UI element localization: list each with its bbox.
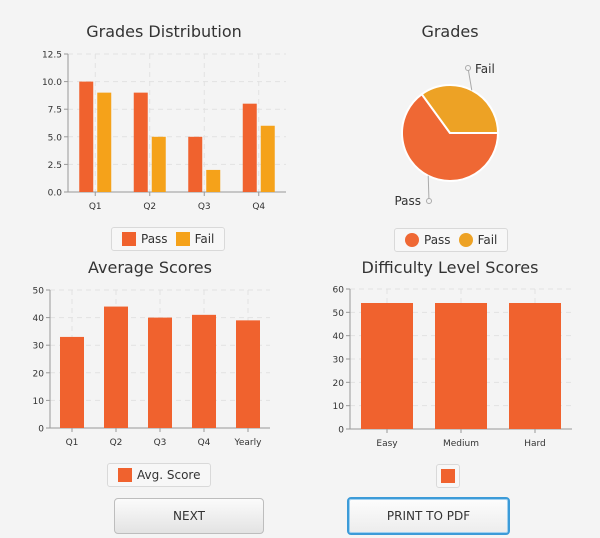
y-tick-label: 0 <box>38 425 44 435</box>
difficulty-level-chart: Difficulty Level Scores 0 10 20 30 40 50 60 Eas… <box>300 250 600 490</box>
average-scores-plot: 0 10 20 30 40 50 Q1 Q2 Q3 Q4 Yearly <box>33 287 270 448</box>
y-tick-label: 2.5 <box>48 161 62 171</box>
print-to-pdf-button[interactable]: PRINT TO PDF <box>347 497 510 535</box>
bar <box>361 303 413 429</box>
bar <box>151 136 166 192</box>
bar <box>104 306 128 428</box>
y-tick-label: 40 <box>33 314 45 324</box>
legend-item-pass: Pass <box>122 232 168 246</box>
grades-pie-legend: Pass Fail <box>394 228 509 252</box>
bar <box>206 169 221 192</box>
legend-label: Pass <box>141 232 168 246</box>
x-tick-label: Q3 <box>198 202 211 212</box>
bar <box>435 303 487 429</box>
y-tick-label: 10.0 <box>42 78 62 88</box>
y-tick-label: 20 <box>33 369 45 379</box>
x-tick-label: Q3 <box>154 438 167 448</box>
legend-item-pass: Pass <box>405 233 451 247</box>
y-tick-label: 30 <box>333 356 345 366</box>
x-tick-label: Yearly <box>234 438 263 448</box>
y-tick-label: 50 <box>33 287 45 297</box>
pie-leader-dot <box>426 198 432 204</box>
y-tick-label: 40 <box>333 332 345 342</box>
x-tick-label: Q1 <box>89 202 102 212</box>
bar <box>192 314 216 428</box>
pie-label-fail: Fail <box>475 62 495 76</box>
legend-swatch-avg-score <box>118 468 132 482</box>
grades-pie-chart: Grades Fail Pass Pass Fail <box>300 0 600 260</box>
legend-swatch-fail <box>175 232 190 246</box>
grades-distribution-plot: 0.0 2.5 5.0 7.5 10.0 12.5 Q1 Q2 Q3 Q4 <box>42 51 286 212</box>
x-tick-label: Hard <box>524 439 546 449</box>
average-scores-chart: Average Scores 0 10 20 30 40 50 Q1 Q2 Q3 Q4 Yearly… <box>0 250 300 490</box>
bar <box>97 92 112 192</box>
y-tick-label: 50 <box>333 309 345 319</box>
x-tick-label: Q4 <box>198 438 211 448</box>
y-tick-label: 0.0 <box>48 189 63 199</box>
legend-label: Fail <box>194 232 215 246</box>
bar <box>260 125 275 192</box>
y-tick-label: 7.5 <box>48 106 62 116</box>
y-tick-label: 0 <box>338 426 344 436</box>
y-tick-label: 20 <box>333 379 345 389</box>
bar <box>188 136 203 192</box>
x-tick-label: Q4 <box>252 202 265 212</box>
legend-item-avg-score: Avg. Score <box>118 468 200 482</box>
y-tick-label: 10 <box>333 402 345 412</box>
x-tick-label: Q2 <box>143 202 156 212</box>
pie-leader-line <box>467 67 473 91</box>
difficulty-level-legend <box>436 464 460 488</box>
x-tick-label: Medium <box>443 439 479 449</box>
grades-distribution-legend: Pass Fail <box>111 227 226 251</box>
legend-swatch-fail <box>458 233 473 247</box>
average-scores-legend: Avg. Score <box>107 463 212 487</box>
legend-label: Avg. Score <box>137 468 201 482</box>
y-tick-label: 60 <box>333 286 345 296</box>
next-button[interactable]: NEXT <box>114 498 264 534</box>
pie-leader-dot <box>465 65 471 71</box>
y-tick-label: 5.0 <box>48 133 63 143</box>
legend-swatch-pass <box>122 232 136 246</box>
legend-swatch-series <box>441 469 455 483</box>
pie-leader-line <box>427 175 430 202</box>
grades-distribution-chart: Grades Distribution 0.0 2.5 5.0 7.5 10.0 12.5… <box>0 0 300 260</box>
y-tick-label: 30 <box>33 342 45 352</box>
bar <box>60 336 84 428</box>
bar <box>133 92 148 192</box>
grades-pie-plot: Fail Pass <box>394 62 500 208</box>
legend-item-series <box>441 469 455 483</box>
legend-swatch-pass <box>405 233 419 247</box>
legend-item-fail: Fail <box>175 232 215 246</box>
bar <box>148 317 172 428</box>
bar <box>236 320 260 428</box>
legend-item-fail: Fail <box>458 233 498 247</box>
bar <box>242 103 257 192</box>
x-tick-label: Q2 <box>110 438 123 448</box>
difficulty-level-plot: 0 10 20 30 40 50 60 Easy Medium Hard <box>333 286 572 449</box>
x-tick-label: Q1 <box>66 438 79 448</box>
bar <box>79 81 94 192</box>
pie-label-pass: Pass <box>394 194 421 208</box>
legend-label: Fail <box>477 233 498 247</box>
legend-label: Pass <box>424 233 451 247</box>
x-tick-label: Easy <box>376 439 398 449</box>
y-tick-label: 12.5 <box>42 51 62 61</box>
bar <box>509 303 561 429</box>
y-tick-label: 10 <box>33 397 45 407</box>
